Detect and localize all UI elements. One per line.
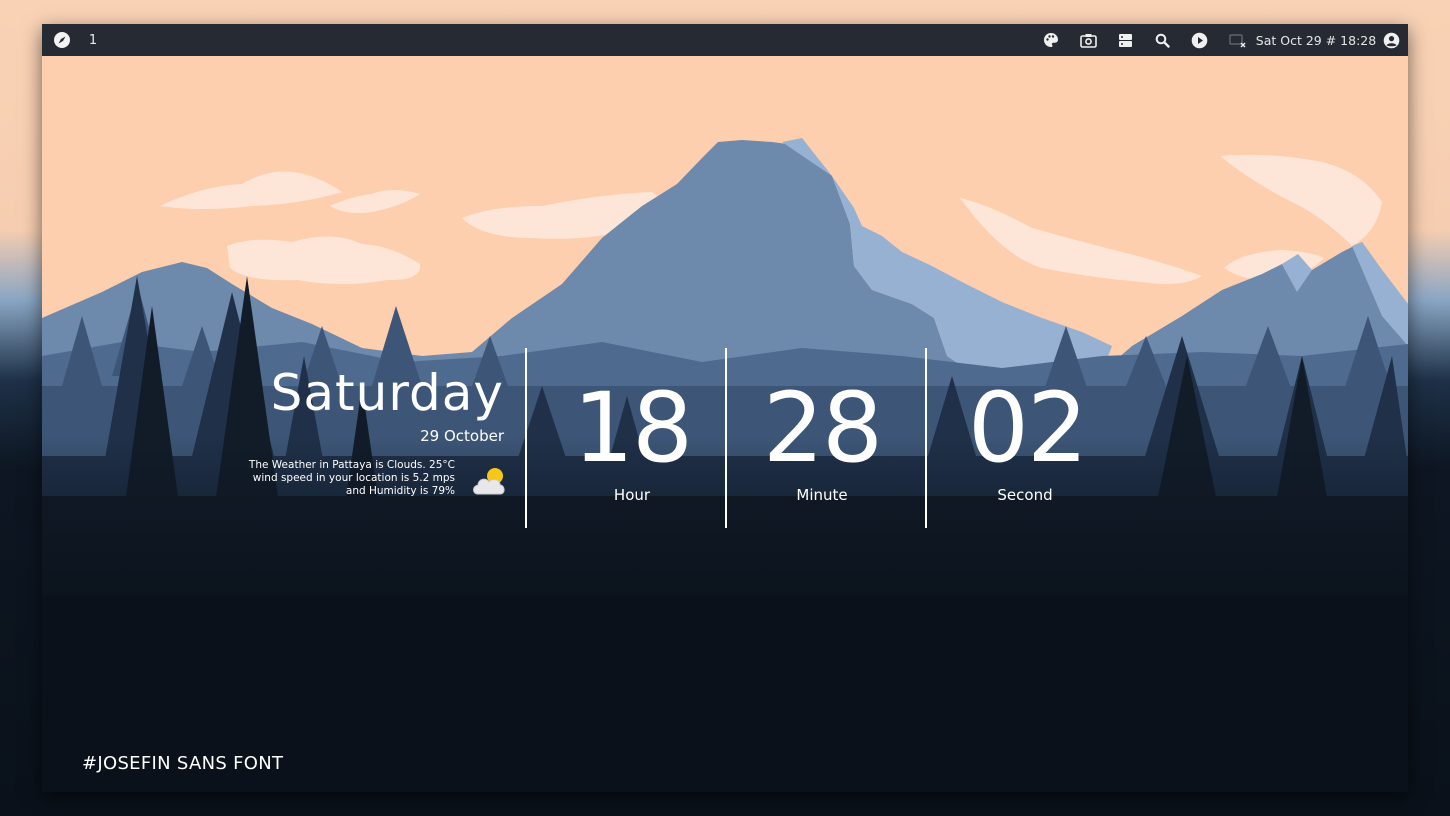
palette-icon[interactable] — [1041, 24, 1061, 56]
minute-label: Minute — [796, 486, 848, 504]
minute-value: 28 — [762, 372, 883, 484]
top-panel: 1 Sat Oct 29 # 18:28 — [42, 24, 1408, 56]
play-icon[interactable] — [1189, 24, 1209, 56]
caption-text: #JOSEFIN SANS FONT — [82, 753, 284, 774]
cloud-sun-icon — [469, 464, 509, 502]
server-icon[interactable] — [1115, 24, 1135, 56]
divider-2 — [725, 348, 727, 528]
weather-line-wind: wind speed in your location is 5.2 mps — [252, 472, 455, 484]
weather-text: The Weather in Pattaya is Clouds. 25°C w… — [225, 459, 455, 498]
weather-line-condition: The Weather in Pattaya is Clouds. 25°C — [248, 459, 455, 471]
compass-icon[interactable] — [52, 24, 72, 56]
clock-label[interactable]: Sat Oct 29 # 18:28 — [1256, 24, 1376, 56]
second-label: Second — [997, 486, 1053, 504]
search-icon[interactable] — [1152, 24, 1172, 56]
screen-record-icon[interactable] — [1227, 24, 1249, 56]
desktop-window: 1 Sat Oct 29 # 18:28 Saturday 29 October… — [42, 24, 1408, 792]
divider-3 — [925, 348, 927, 528]
hour-value: 18 — [572, 372, 693, 484]
weather-line-humidity: and Humidity is 79% — [345, 485, 455, 497]
account-icon[interactable] — [1381, 24, 1401, 56]
second-value: 02 — [967, 372, 1088, 484]
divider-1 — [525, 348, 527, 528]
workspace-indicator[interactable]: 1 — [86, 24, 100, 56]
date-label: 29 October — [420, 427, 504, 445]
camera-icon[interactable] — [1078, 24, 1098, 56]
day-name: Saturday — [270, 364, 504, 422]
hour-label: Hour — [613, 486, 651, 504]
